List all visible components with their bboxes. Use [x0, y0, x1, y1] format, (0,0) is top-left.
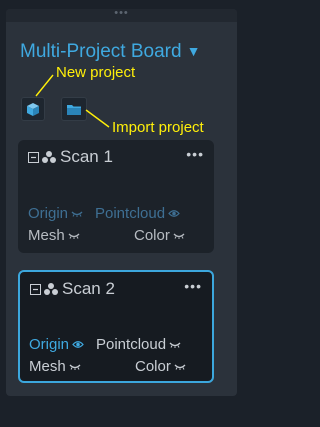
eye-closed-icon	[169, 342, 181, 348]
layer-label: Pointcloud	[95, 205, 166, 222]
layer-pointcloud-toggle[interactable]: Pointcloud	[96, 336, 181, 353]
card-header: Scan 2	[30, 279, 115, 299]
collapse-icon[interactable]	[28, 151, 39, 163]
new-project-button[interactable]	[21, 97, 45, 121]
layer-label: Pointcloud	[96, 336, 167, 353]
collapse-icon[interactable]	[30, 283, 41, 295]
import-project-annotation: Import project	[112, 119, 204, 136]
layer-label: Origin	[29, 336, 70, 353]
cluster-icon	[44, 283, 58, 295]
layer-pointcloud-toggle[interactable]: Pointcloud	[95, 205, 180, 222]
layer-origin-toggle[interactable]: Origin	[28, 205, 83, 222]
board-selector-dropdown[interactable]: Multi-Project Board ▼	[20, 41, 200, 63]
eye-closed-icon	[71, 211, 83, 217]
eye-closed-icon	[174, 364, 186, 370]
card-more-button[interactable]: •••	[186, 146, 204, 162]
import-project-button[interactable]	[61, 97, 87, 121]
card-header: Scan 1	[28, 147, 113, 167]
cube-icon	[27, 102, 39, 116]
layer-mesh-toggle[interactable]: Mesh	[29, 358, 81, 375]
layer-label: Origin	[28, 205, 69, 222]
eye-open-icon	[168, 210, 180, 217]
board-title: Multi-Project Board	[20, 41, 182, 62]
project-card-scan-2[interactable]: Scan 2 ••• Origin Pointcloud Mesh Color	[18, 270, 214, 383]
card-title: Scan 1	[60, 147, 113, 166]
layer-label: Mesh	[28, 227, 65, 244]
layer-label: Color	[135, 358, 171, 375]
eye-closed-icon	[69, 364, 81, 370]
layer-mesh-toggle[interactable]: Mesh	[28, 227, 80, 244]
layer-label: Mesh	[29, 358, 66, 375]
card-more-button[interactable]: •••	[184, 278, 202, 294]
cluster-icon	[42, 151, 56, 163]
eye-open-icon	[72, 341, 84, 348]
chevron-down-icon: ▼	[186, 43, 201, 59]
drag-handle[interactable]: •••	[6, 8, 237, 22]
layer-origin-toggle[interactable]: Origin	[29, 336, 84, 353]
eye-closed-icon	[68, 233, 80, 239]
layer-color-toggle[interactable]: Color	[134, 227, 185, 244]
project-card-scan-1[interactable]: Scan 1 ••• Origin Pointcloud Mesh Color	[18, 140, 214, 253]
card-title: Scan 2	[62, 279, 115, 298]
layer-label: Color	[134, 227, 170, 244]
folder-icon	[67, 104, 81, 115]
new-project-annotation: New project	[56, 64, 136, 81]
layer-color-toggle[interactable]: Color	[135, 358, 186, 375]
eye-closed-icon	[173, 233, 185, 239]
